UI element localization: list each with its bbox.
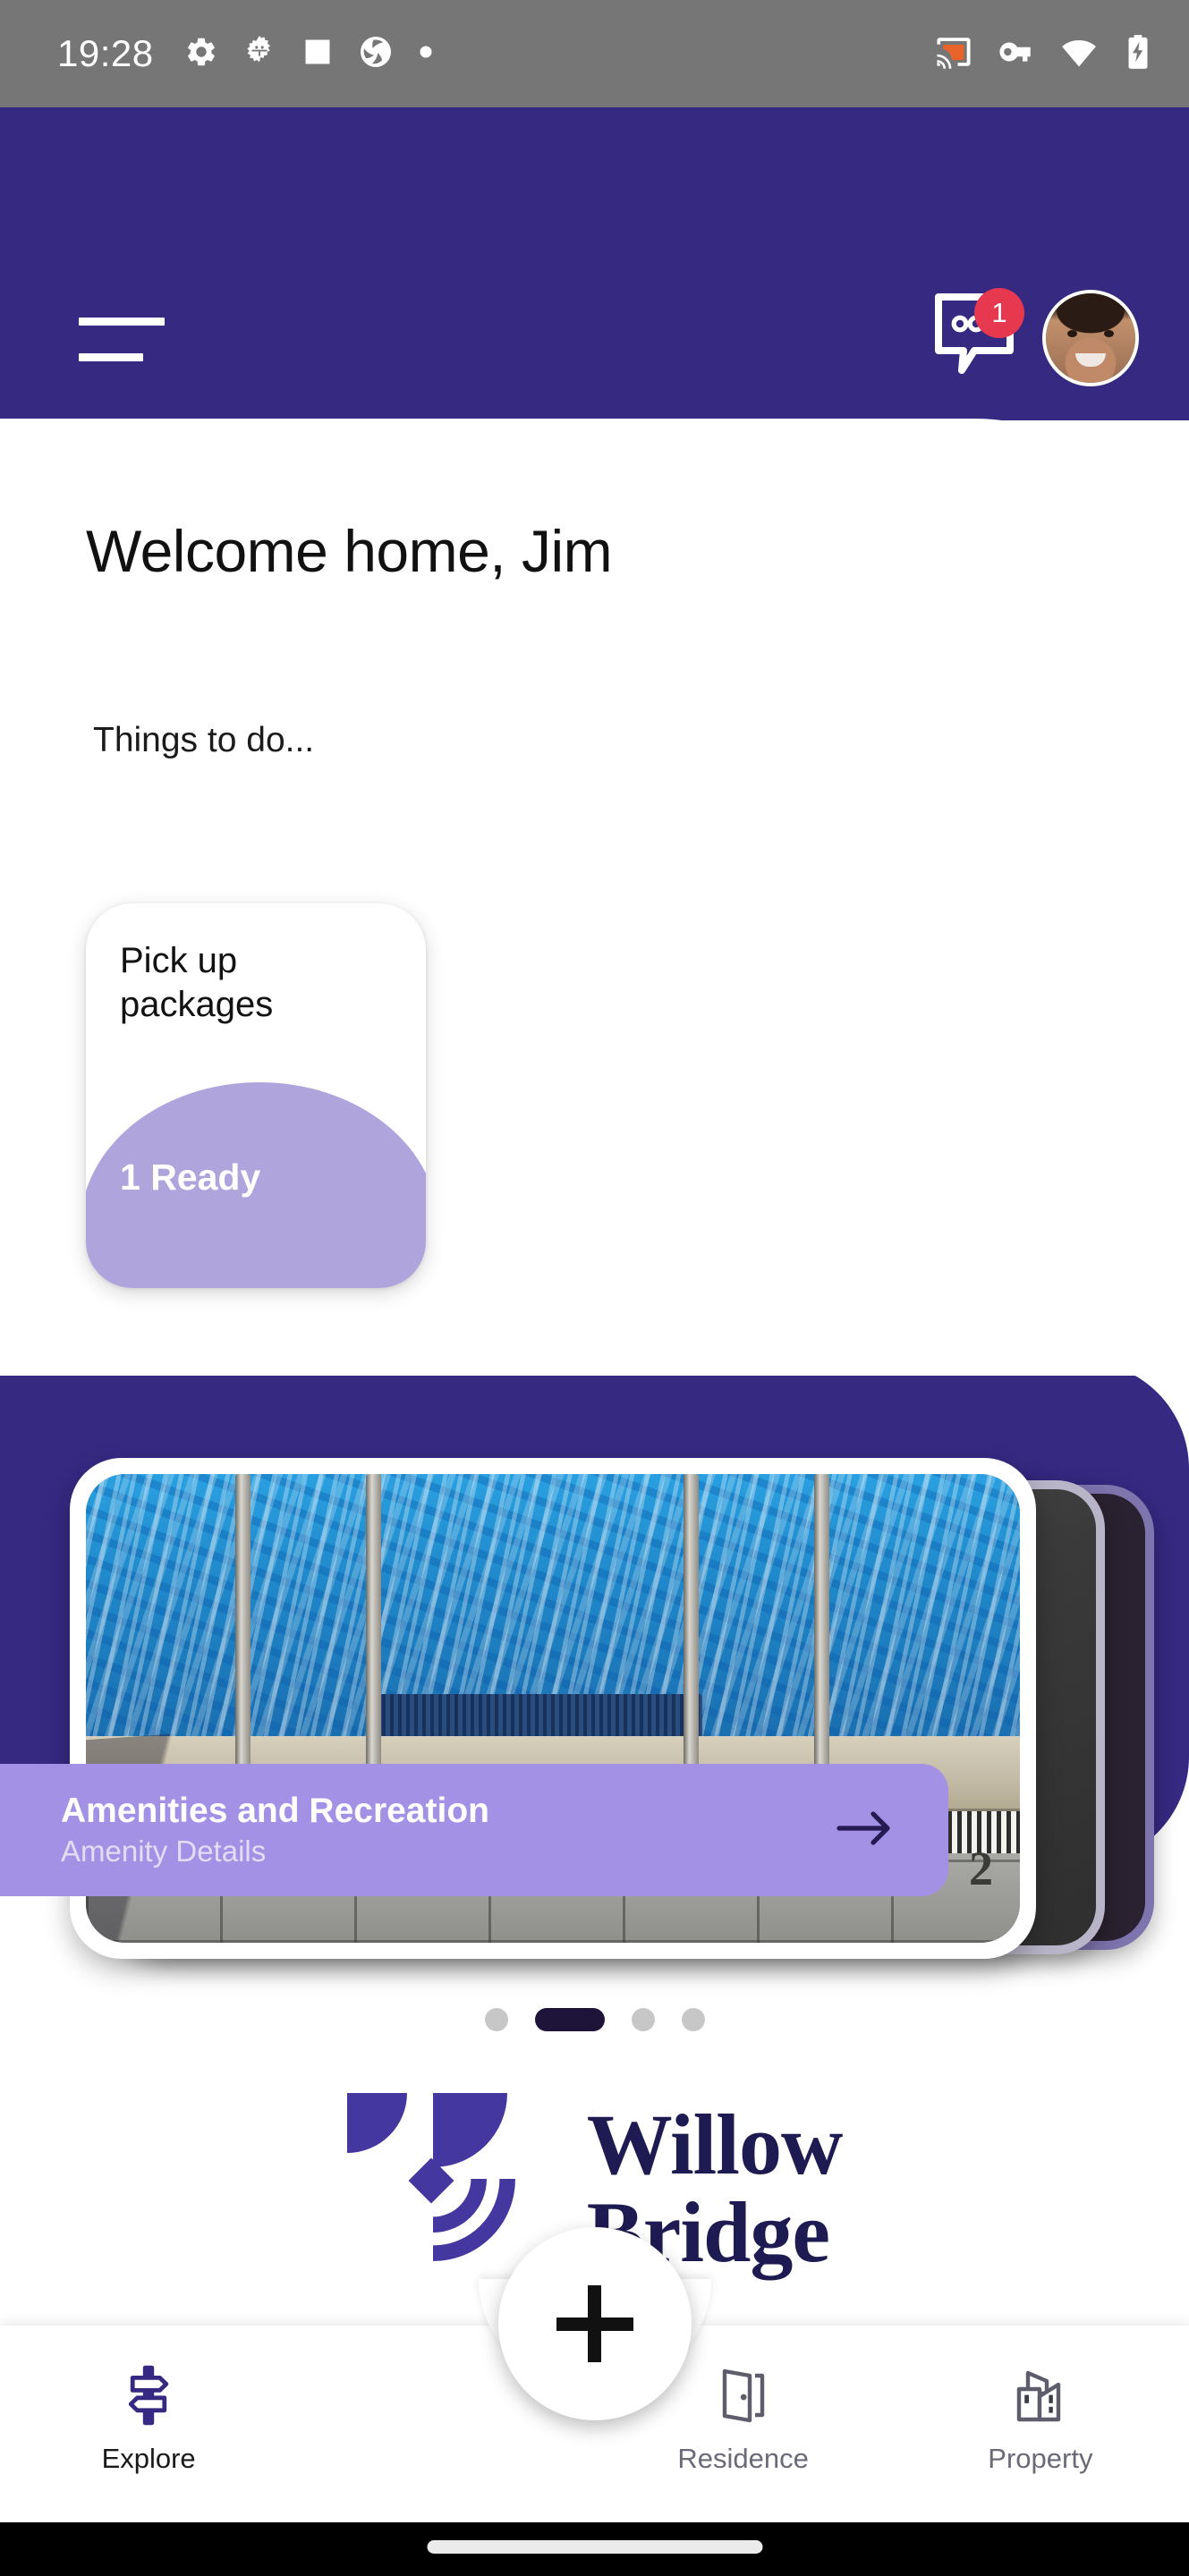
chat-unread-badge: 1 bbox=[974, 288, 1024, 338]
status-bar: 19:28 bbox=[0, 0, 1189, 107]
header-actions: 1 bbox=[931, 288, 1139, 386]
aperture-icon bbox=[358, 34, 394, 74]
dot-icon bbox=[417, 43, 435, 65]
page-title: Welcome home, Jim bbox=[86, 518, 613, 584]
system-navigation-bar bbox=[0, 2522, 1189, 2576]
task-card-status: 1 Ready bbox=[120, 1157, 261, 1198]
add-fab-button[interactable] bbox=[497, 2227, 692, 2420]
carousel-pagination-dots[interactable] bbox=[0, 2008, 1189, 2031]
plus-icon bbox=[556, 2285, 633, 2362]
wifi-icon bbox=[1060, 33, 1098, 75]
signpost-icon bbox=[121, 2365, 176, 2430]
carousel-card-title: Amenities and Recreation bbox=[61, 1792, 489, 1830]
carousel-card-overlay[interactable]: Amenities and Recreation Amenity Details bbox=[0, 1764, 948, 1896]
app-header-row: 1 bbox=[0, 284, 1189, 392]
status-bar-clock: 19:28 bbox=[57, 32, 154, 74]
things-to-do-label: Things to do... bbox=[93, 721, 315, 759]
avatar[interactable] bbox=[1042, 290, 1139, 386]
carousel-dot-3[interactable] bbox=[631, 2008, 655, 2031]
arrow-right-icon[interactable] bbox=[836, 1810, 893, 1851]
avatar-eye-right bbox=[1104, 330, 1114, 337]
door-icon bbox=[718, 2365, 769, 2430]
bottom-navigation-bar: Explore Residence Property bbox=[0, 2227, 1189, 2522]
avatar-face bbox=[1046, 293, 1135, 383]
nav-item-property[interactable]: Property bbox=[892, 2365, 1189, 2499]
task-card-pick-up-packages[interactable]: Pick up packages 1 Ready bbox=[86, 903, 426, 1288]
carousel-dot-4[interactable] bbox=[681, 2008, 705, 2031]
hamburger-icon[interactable] bbox=[79, 310, 168, 366]
avatar-eye-left bbox=[1067, 330, 1077, 337]
amenities-carousel[interactable]: 2 Amenities and Recreation Amenity Detai… bbox=[0, 1458, 1189, 1986]
task-card-title: Pick up packages bbox=[120, 941, 274, 1024]
nav-label-residence: Residence bbox=[677, 2443, 809, 2474]
battery-charging-icon bbox=[1123, 33, 1153, 75]
nav-label-property: Property bbox=[988, 2443, 1093, 2474]
home-indicator-pill[interactable] bbox=[427, 2540, 762, 2554]
square-icon bbox=[301, 35, 335, 73]
carousel-dot-2[interactable] bbox=[534, 2008, 605, 2031]
nav-item-explore[interactable]: Explore bbox=[0, 2365, 297, 2499]
willow-bridge-arcs-logo bbox=[346, 2093, 555, 2284]
cast-icon bbox=[935, 33, 972, 75]
carousel-card-subtitle: Amenity Details bbox=[61, 1835, 267, 1868]
status-bar-system-icons bbox=[935, 33, 1153, 75]
logo-line-1: Willow bbox=[586, 2096, 844, 2192]
chat-bubble-icon[interactable]: 1 bbox=[931, 288, 1024, 385]
bug-gear-icon bbox=[242, 34, 277, 74]
carousel-dot-1[interactable] bbox=[484, 2008, 508, 2031]
vpn-key-icon bbox=[998, 33, 1035, 75]
app-header: 1 bbox=[0, 107, 1189, 420]
pool-lane-number: 2 bbox=[969, 1842, 993, 1895]
nav-label-explore: Explore bbox=[101, 2443, 196, 2474]
status-bar-notification-icons bbox=[184, 34, 435, 74]
gear-icon bbox=[184, 35, 218, 73]
buildings-icon bbox=[1013, 2365, 1068, 2430]
carousel-card-texts: Amenities and Recreation Amenity Details bbox=[61, 1792, 489, 1868]
